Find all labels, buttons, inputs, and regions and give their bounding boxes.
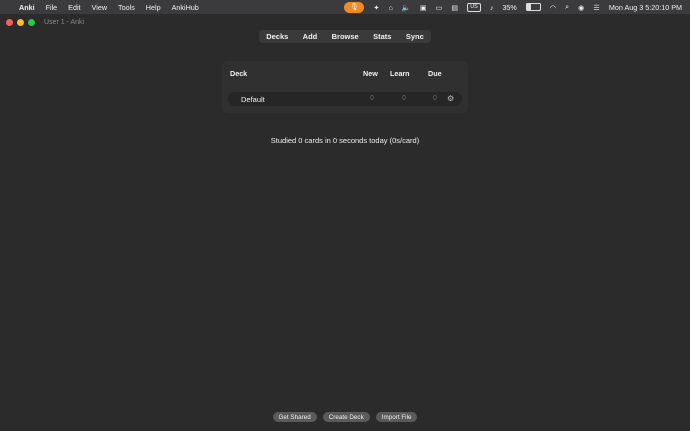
create-deck-button[interactable]: Create Deck xyxy=(322,412,370,422)
screen-icon[interactable]: ▭ xyxy=(436,3,443,12)
studied-today-text: Studied 0 cards in 0 seconds today (0s/c… xyxy=(270,136,420,145)
toolbar-add[interactable]: Add xyxy=(303,32,318,41)
clock-datetime[interactable]: Mon Aug 3 5:20:10 PM xyxy=(609,3,682,12)
microphone-icon[interactable]: 🎙 xyxy=(344,1,365,13)
toolbar-decks[interactable]: Decks xyxy=(266,32,288,41)
app-menu[interactable]: Anki xyxy=(19,3,35,12)
main-toolbar: Decks Add Browse Stats Sync xyxy=(259,30,431,43)
trash-icon[interactable]: ⌂ xyxy=(389,3,393,12)
maximize-window-button[interactable] xyxy=(28,18,35,26)
ear-icon[interactable]: ♪ xyxy=(490,3,494,12)
bottom-button-bar: Get Shared Create Deck Import File xyxy=(0,412,690,422)
deck-name-link[interactable]: Default xyxy=(241,95,265,104)
header-new: New xyxy=(363,69,378,78)
anki-window: User 1 - Anki Decks Add Browse Stats Syn… xyxy=(0,14,690,431)
volume-icon[interactable]: 🔈 xyxy=(402,3,411,12)
menu-tools[interactable]: Tools xyxy=(118,3,135,12)
search-icon[interactable]: ⌕ xyxy=(565,2,569,12)
window-icon[interactable]: ▣ xyxy=(420,3,427,12)
deck-options-gear-icon[interactable]: ⚙ xyxy=(447,94,454,103)
keyboard-input-badge[interactable]: US xyxy=(467,2,481,12)
menu-edit[interactable]: Edit xyxy=(68,3,80,12)
header-learn: Learn xyxy=(390,69,410,78)
sparkle-icon[interactable]: ✦ xyxy=(373,3,379,12)
deck-row[interactable]: Default 0 0 0 ⚙ xyxy=(228,92,462,106)
deck-list-panel: Deck New Learn Due Default 0 0 0 ⚙ xyxy=(222,61,468,113)
window-titlebar[interactable]: User 1 - Anki xyxy=(0,14,690,30)
macos-menubar: Anki File Edit View Tools Help AnkiHub 🎙… xyxy=(0,0,690,14)
display-icon[interactable]: ▤ xyxy=(451,3,458,12)
wifi-icon[interactable]: ◠ xyxy=(550,3,556,12)
get-shared-button[interactable]: Get Shared xyxy=(272,412,317,422)
battery-percent: 35% xyxy=(502,2,517,12)
toolbar-sync[interactable]: Sync xyxy=(406,32,424,41)
header-due: Due xyxy=(428,69,442,78)
control-center-icon[interactable]: ☰ xyxy=(593,3,599,12)
import-file-button[interactable]: Import File xyxy=(375,412,418,422)
chrome-icon[interactable]: ◉ xyxy=(578,3,584,12)
toolbar-stats[interactable]: Stats xyxy=(373,32,391,41)
menu-view[interactable]: View xyxy=(92,3,107,12)
toolbar-browse[interactable]: Browse xyxy=(332,32,359,41)
window-title: User 1 - Anki xyxy=(44,18,85,26)
header-deck: Deck xyxy=(230,69,248,78)
menu-ankihub[interactable]: AnkiHub xyxy=(172,3,199,12)
deck-due-count: 0 xyxy=(433,95,437,102)
menu-file[interactable]: File xyxy=(46,3,58,12)
deck-learn-count: 0 xyxy=(402,95,406,102)
battery-icon[interactable] xyxy=(525,3,541,11)
menu-help[interactable]: Help xyxy=(146,3,161,12)
minimize-window-button[interactable] xyxy=(17,18,24,26)
close-window-button[interactable] xyxy=(6,18,13,26)
deck-new-count: 0 xyxy=(370,95,374,102)
